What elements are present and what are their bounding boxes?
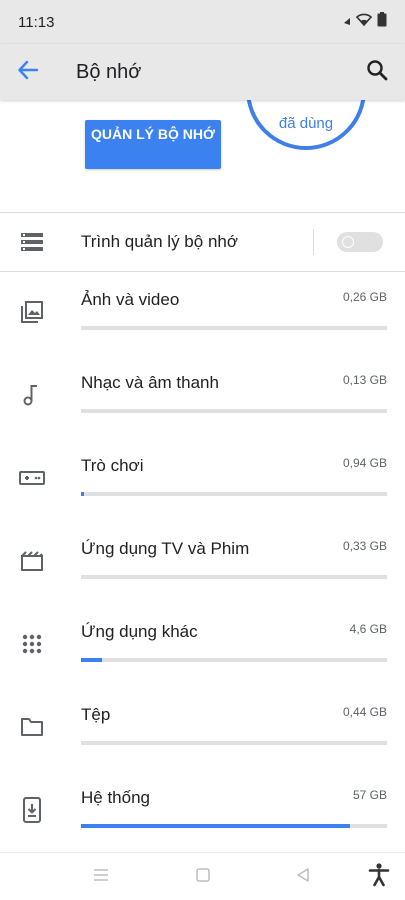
status-bar: 11:13: [0, 0, 405, 44]
category-row-files[interactable]: Tệp 0,44 GB: [0, 687, 405, 770]
category-size: 0,26 GB: [342, 290, 387, 304]
category-size: 0,44 GB: [342, 705, 387, 719]
photos-icon: [18, 298, 46, 326]
usage-bar: [81, 492, 387, 496]
usage-bar: [81, 326, 387, 330]
usage-ring: đã dùng: [246, 100, 366, 150]
app-bar: Bộ nhớ: [0, 44, 405, 100]
category-row-tv-movies[interactable]: Ứng dụng TV và Phim 0,33 GB: [0, 521, 405, 604]
folder-icon: [18, 713, 46, 741]
usage-bar-fill: [81, 492, 85, 496]
storage-manager-toggle[interactable]: [337, 232, 383, 252]
storage-summary: đã dùng QUẢN LÝ BỘ NHỚ: [0, 100, 405, 212]
usage-bar: [81, 741, 387, 745]
toggle-knob: [342, 236, 354, 248]
menu-icon: [93, 868, 109, 887]
usage-bar: [81, 824, 387, 828]
category-label: Tệp: [81, 705, 111, 724]
storage-icon: [18, 228, 46, 256]
accessibility-button[interactable]: [367, 862, 391, 892]
arrow-back-icon: [17, 59, 39, 86]
apps-grid-icon: [18, 630, 46, 658]
usage-label: đã dùng: [278, 115, 334, 132]
category-row-music[interactable]: Nhạc và âm thanh 0,13 GB: [0, 355, 405, 438]
back-triangle-icon: [296, 867, 310, 888]
wifi-icon: [355, 13, 373, 31]
category-size: 0,33 GB: [342, 539, 387, 553]
search-button[interactable]: [349, 44, 405, 100]
category-row-games[interactable]: Trò chơi 0,94 GB: [0, 438, 405, 521]
usage-bar: [81, 658, 387, 662]
usage-bar: [81, 575, 387, 579]
category-label: Hệ thống: [81, 788, 150, 807]
manage-storage-button[interactable]: QUẢN LÝ BỘ NHỚ: [85, 120, 221, 169]
usage-bar-fill: [81, 824, 351, 828]
search-icon: [366, 59, 388, 86]
category-label: Ứng dụng khác: [81, 622, 198, 641]
home-button[interactable]: [191, 865, 215, 889]
category-label: Trò chơi: [81, 456, 144, 475]
category-row-other-apps[interactable]: Ứng dụng khác 4,6 GB: [0, 604, 405, 687]
home-icon: [196, 867, 210, 887]
category-row-system[interactable]: Hệ thống 57 GB: [0, 770, 405, 853]
category-label: Ảnh và video: [81, 290, 180, 309]
gamepad-icon: [18, 464, 46, 492]
usage-bar-fill: [81, 658, 103, 662]
signal-dot-icon: [343, 13, 351, 31]
battery-icon: [377, 12, 387, 32]
category-size: 0,13 GB: [342, 373, 387, 387]
category-label: Ứng dụng TV và Phim: [81, 539, 250, 558]
back-button[interactable]: [0, 44, 56, 100]
storage-manager-label: Trình quản lý bộ nhớ: [81, 232, 239, 251]
system-update-icon: [18, 796, 46, 824]
vertical-separator: [313, 229, 314, 255]
page-title: Bộ nhớ: [76, 60, 142, 83]
music-note-icon: [18, 381, 46, 409]
category-size: 57 GB: [352, 788, 387, 802]
storage-manager-row[interactable]: Trình quản lý bộ nhớ: [0, 213, 405, 271]
movie-icon: [18, 547, 46, 575]
category-size: 0,94 GB: [342, 456, 387, 470]
category-row-photos[interactable]: Ảnh và video 0,26 GB: [0, 272, 405, 355]
category-size: 4,6 GB: [349, 622, 387, 636]
category-label: Nhạc và âm thanh: [81, 373, 219, 392]
status-time: 11:13: [18, 13, 55, 31]
accessibility-icon: [368, 862, 390, 892]
usage-bar: [81, 409, 387, 413]
status-icons: [343, 12, 387, 32]
navigation-bar: [0, 852, 405, 900]
menu-button[interactable]: [89, 865, 113, 889]
back-nav-button[interactable]: [291, 865, 315, 889]
